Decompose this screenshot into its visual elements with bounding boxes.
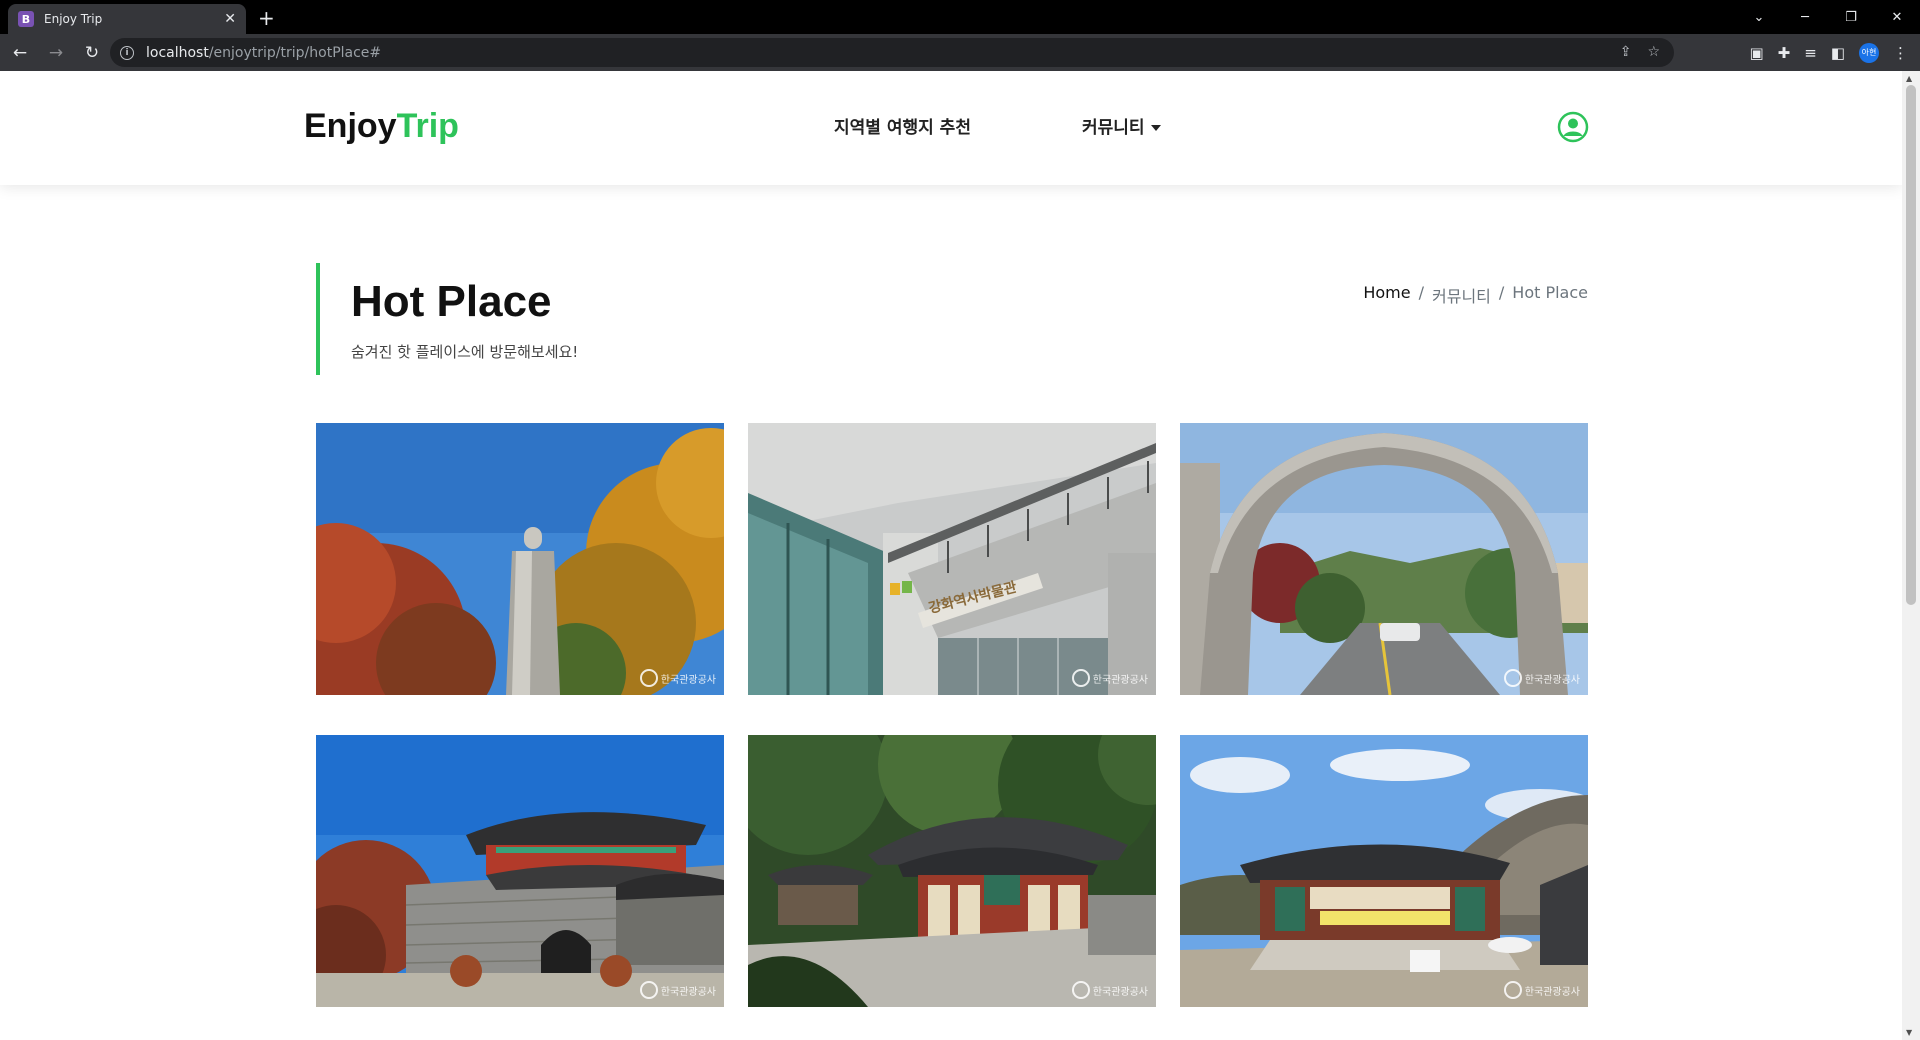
tourism-watermark: 한국관광공사	[639, 669, 716, 687]
tab-title: Enjoy Trip	[44, 12, 103, 26]
caret-down-icon	[1150, 125, 1161, 131]
browser-tabbar: B Enjoy Trip ✕ + ⌄ ─ ❐ ✕	[0, 0, 1920, 34]
tab-search-icon[interactable]: ⌄	[1736, 0, 1782, 34]
extension-icon[interactable]: ▣	[1749, 44, 1763, 62]
breadcrumb-separator: /	[1418, 283, 1424, 302]
breadcrumb: Home / 커뮤니티 / Hot Place	[1363, 283, 1588, 307]
hotplace-card[interactable]: 한국관광공사	[316, 735, 724, 1007]
page-title: Hot Place	[351, 277, 552, 326]
museum-photo: 강화역사박물관	[748, 423, 1156, 695]
tourism-logo-icon	[1071, 981, 1090, 999]
restore-icon[interactable]: ❐	[1828, 0, 1874, 34]
bootstrap-favicon-icon: B	[18, 11, 34, 27]
window-controls: ⌄ ─ ❐ ✕	[1736, 0, 1920, 34]
browser-menu-icon[interactable]: ⋮	[1893, 44, 1908, 62]
user-account-icon[interactable]	[1557, 111, 1589, 143]
site-info-icon[interactable]: i	[120, 45, 134, 60]
hotplace-card[interactable]: 강화역사박물관 한국관광공사	[748, 423, 1156, 695]
nav-community-dropdown[interactable]: 커뮤니티	[1082, 113, 1161, 138]
reading-list-icon[interactable]: ≡	[1804, 44, 1817, 62]
breadcrumb-home[interactable]: Home	[1363, 283, 1410, 307]
tourism-logo-icon	[639, 669, 658, 687]
site-logo[interactable]: EnjoyTrip	[304, 107, 459, 146]
share-icon[interactable]: ⇪	[1620, 44, 1632, 60]
page-subtitle: 숨겨진 핫 플레이스에 방문해보세요!	[351, 343, 579, 361]
close-tab-icon[interactable]: ✕	[224, 11, 236, 27]
tourism-logo-icon	[1071, 669, 1090, 687]
profile-avatar[interactable]: 아현	[1859, 42, 1879, 63]
browser-tab[interactable]: B Enjoy Trip ✕	[8, 4, 246, 34]
hotplace-card[interactable]: 한국관광공사	[1180, 735, 1588, 1007]
mountain-temple-photo	[1180, 735, 1588, 1007]
tourism-watermark: 한국관광공사	[1071, 981, 1148, 999]
tourism-watermark: 한국관광공사	[1071, 669, 1148, 687]
minimize-icon[interactable]: ─	[1782, 0, 1828, 34]
browser-toolbar: ← → ↻ i localhost/enjoytrip/trip/hotPlac…	[0, 34, 1920, 71]
tourism-logo-icon	[1503, 981, 1522, 999]
puzzle-extensions-icon[interactable]: ✚	[1778, 44, 1791, 62]
nav-community-label: 커뮤니티	[1082, 118, 1145, 138]
back-icon[interactable]: ←	[4, 37, 36, 69]
reload-icon[interactable]: ↻	[76, 37, 108, 69]
tourism-watermark: 한국관광공사	[1503, 669, 1580, 687]
url-host: localhost	[146, 44, 209, 61]
close-window-icon[interactable]: ✕	[1874, 0, 1920, 34]
page-viewport: EnjoyTrip 지역별 여행지 추천 커뮤니티 Hot Place 숨겨진 …	[0, 71, 1902, 1040]
forward-icon[interactable]: →	[40, 37, 72, 69]
tourism-logo-icon	[639, 981, 658, 999]
fortress-gate-photo	[316, 735, 724, 1007]
nav-region-recommend[interactable]: 지역별 여행지 추천	[834, 113, 971, 138]
stone-arch-photo	[1180, 423, 1588, 695]
extensions-area: ▣ ✚ ≡ ◧ 아현 ⋮	[1749, 34, 1920, 71]
scroll-down-icon[interactable]: ▼	[1906, 1028, 1912, 1037]
new-tab-icon[interactable]: +	[258, 6, 275, 30]
url-path: /enjoytrip/trip/hotPlace#	[208, 44, 382, 61]
address-bar[interactable]: i localhost/enjoytrip/trip/hotPlace# ⇪ ☆	[110, 38, 1674, 67]
site-header: EnjoyTrip 지역별 여행지 추천 커뮤니티	[0, 71, 1902, 185]
page-heading: Hot Place 숨겨진 핫 플레이스에 방문해보세요! Home / 커뮤니…	[316, 263, 1588, 375]
breadcrumb-community[interactable]: 커뮤니티	[1432, 283, 1491, 307]
hotplace-card[interactable]: 한국관광공사	[748, 735, 1156, 1007]
bookmark-star-icon[interactable]: ☆	[1647, 44, 1660, 60]
logo-accent: Trip	[396, 107, 459, 145]
scroll-thumb[interactable]	[1906, 85, 1916, 605]
tourism-watermark: 한국관광공사	[639, 981, 716, 999]
scroll-up-icon[interactable]: ▲	[1906, 74, 1912, 83]
forest-temple-photo	[748, 735, 1156, 1007]
hotplace-card[interactable]: 한국관광공사	[316, 423, 724, 695]
page-scrollbar[interactable]: ▲ ▼	[1902, 71, 1920, 1040]
hotplace-card[interactable]: 한국관광공사	[1180, 423, 1588, 695]
url-text[interactable]: localhost/enjoytrip/trip/hotPlace#	[146, 45, 381, 61]
breadcrumb-current: Hot Place	[1512, 283, 1588, 302]
tourism-watermark: 한국관광공사	[1503, 981, 1580, 999]
tourism-logo-icon	[1503, 669, 1522, 687]
breadcrumb-separator: /	[1498, 283, 1505, 302]
side-panel-icon[interactable]: ◧	[1831, 44, 1845, 62]
statue-photo	[316, 423, 724, 695]
heading-accent-bar	[316, 263, 320, 375]
logo-main: Enjoy	[304, 107, 397, 145]
